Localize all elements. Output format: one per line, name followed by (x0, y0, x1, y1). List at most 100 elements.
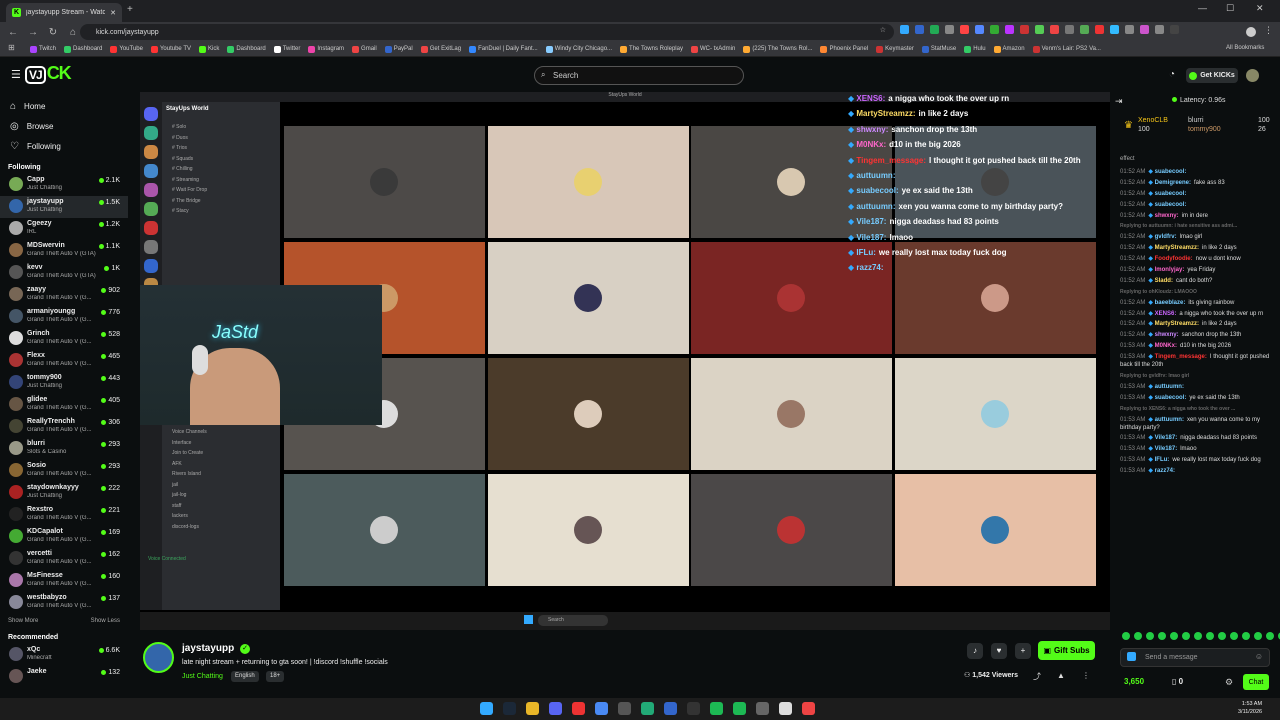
extension-icon[interactable] (915, 25, 924, 34)
extension-icon[interactable] (930, 25, 939, 34)
notification-bell-icon[interactable]: ♪ (967, 643, 983, 659)
app-icon[interactable] (802, 702, 815, 715)
extension-icon[interactable] (1005, 25, 1014, 34)
bookmark-item[interactable]: Get ExitLag (420, 45, 461, 53)
hamburger-menu-icon[interactable]: ☰ (11, 68, 21, 81)
sidebar-channel[interactable]: jaystayupp Just Chatting 1.5K (0, 196, 128, 218)
sidebar-channel[interactable]: staydownkayyy Just Chatting 222 (0, 482, 128, 504)
app-icon[interactable] (641, 702, 654, 715)
sidebar-channel[interactable]: glidee Grand Theft Auto V (G... 405 (0, 394, 128, 416)
chat-settings-icon[interactable]: ⚙ (1225, 677, 1233, 688)
app-icon[interactable] (572, 702, 585, 715)
extension-icon[interactable] (1095, 25, 1104, 34)
extension-icon[interactable] (1110, 25, 1119, 34)
nav-browse[interactable]: ◎ Browse (0, 116, 128, 136)
close-tab-icon[interactable]: ✕ (110, 9, 116, 17)
bookmark-item[interactable]: Youtube TV (150, 45, 191, 53)
emote-icon[interactable] (1206, 632, 1214, 640)
gift-subs-button[interactable]: ▣ Gift Subs (1038, 641, 1095, 660)
sidebar-channel[interactable]: kevv Grand Theft Auto V (GTA) 1K (0, 262, 128, 284)
bookmark-item[interactable]: Dashboard (64, 45, 102, 53)
emote-icon[interactable] (1194, 632, 1202, 640)
bookmark-star-icon[interactable]: ☆ (880, 26, 886, 34)
bookmark-item[interactable]: The Towns Roleplay (620, 45, 683, 53)
browser-tab[interactable]: K jaystayupp Stream - Watch Live ✕ (6, 3, 122, 22)
emote-picker-icon[interactable] (1127, 652, 1136, 661)
bookmark-item[interactable]: Phoenix Panel (820, 45, 868, 53)
file-explorer-icon[interactable] (526, 702, 539, 715)
browser-menu-icon[interactable]: ⋮ (1264, 25, 1273, 36)
extension-icon[interactable] (1080, 25, 1089, 34)
emote-icon[interactable] (1242, 632, 1250, 640)
app-icon[interactable] (779, 702, 792, 715)
extension-icon[interactable] (1140, 25, 1149, 34)
forward-icon[interactable]: → (28, 27, 38, 38)
emote-icon[interactable] (1254, 632, 1262, 640)
bookmark-item[interactable]: PayPal (384, 45, 413, 53)
show-more-button[interactable]: Show More (8, 618, 38, 624)
kick-logo[interactable]: VJ CK (25, 63, 80, 85)
new-tab-icon[interactable]: + (127, 4, 133, 15)
sidebar-channel[interactable]: zaayy Grand Theft Auto V (G... 902 (0, 284, 128, 306)
emote-icon[interactable] (1230, 632, 1238, 640)
sidebar-channel[interactable]: KDCapalot Grand Theft Auto V (G... 169 (0, 526, 128, 548)
share-icon[interactable]: ⤴ (1033, 671, 1041, 682)
apps-icon[interactable]: ⊞ (8, 43, 15, 52)
nav-following[interactable]: ♡ Following (0, 136, 128, 156)
sidebar-channel[interactable]: MsFinesse Grand Theft Auto V (G... 160 (0, 570, 128, 592)
sidebar-channel[interactable]: westbabyzo Grand Theft Auto V (G... 137 (0, 592, 128, 614)
all-bookmarks[interactable]: All Bookmarks (1226, 45, 1264, 51)
bookmark-item[interactable]: Twitch (30, 45, 56, 53)
notification-icon[interactable]: ◔ (1169, 69, 1175, 80)
back-icon[interactable]: ← (8, 27, 18, 38)
sidebar-channel[interactable]: Cgeezy IRL 1.2K (0, 218, 128, 240)
extension-icon[interactable] (1050, 25, 1059, 34)
nav-home[interactable]: ⌂ Home (0, 96, 128, 116)
extension-icon[interactable] (945, 25, 954, 34)
emote-icon[interactable] (1122, 632, 1130, 640)
bookmark-item[interactable]: Gmail (352, 45, 377, 53)
spotify-icon[interactable] (710, 702, 723, 715)
emote-icon[interactable] (1182, 632, 1190, 640)
minimize-icon[interactable]: — (1198, 3, 1207, 13)
streamer-username[interactable]: jaystayupp (182, 643, 234, 654)
extension-icon[interactable] (990, 25, 999, 34)
sidebar-channel[interactable]: vercetti Grand Theft Auto V (G... 162 (0, 548, 128, 570)
sidebar-channel[interactable]: Grinch Grand Theft Auto V (G... 528 (0, 328, 128, 350)
obs-icon[interactable] (687, 702, 700, 715)
show-less-button[interactable]: Show Less (91, 618, 120, 624)
bookmark-item[interactable]: Twitter (273, 45, 300, 53)
sidebar-channel[interactable]: Sosio Grand Theft Auto V (G... 293 (0, 460, 128, 482)
bookmark-item[interactable]: Hulu (964, 45, 986, 53)
url-field[interactable]: kick.com/jaystayupp ☆ (80, 24, 894, 40)
extension-icon[interactable] (1020, 25, 1029, 34)
extension-icon[interactable] (975, 25, 984, 34)
app-icon[interactable] (664, 702, 677, 715)
bookmark-item[interactable]: Instagram (308, 45, 344, 53)
sidebar-channel[interactable]: MDSwervin Grand Theft Auto V (GTA) 1.1K (0, 240, 128, 262)
extension-icon[interactable] (1155, 25, 1164, 34)
sidebar-channel[interactable]: Capp Just Chatting 2.1K (0, 174, 128, 196)
bookmark-item[interactable]: Keymaster (876, 45, 914, 53)
bookmark-item[interactable]: Kick (198, 45, 219, 53)
tag-age[interactable]: 18+ (266, 671, 285, 682)
streamer-avatar[interactable] (143, 642, 174, 673)
close-window-icon[interactable]: ✕ (1256, 3, 1264, 14)
chat-input[interactable]: Send a message ☺ (1120, 648, 1270, 667)
sidebar-channel[interactable]: ReallyTrenchh Grand Theft Auto V (G... 306 (0, 416, 128, 438)
report-icon[interactable]: ▲ (1057, 671, 1065, 680)
maximize-icon[interactable]: ☐ (1226, 3, 1234, 14)
bookmark-item[interactable]: WC- txAdmin (690, 45, 735, 53)
sidebar-channel[interactable]: Rexstro Grand Theft Auto V (G... 221 (0, 504, 128, 526)
bookmark-item[interactable]: Windy City Chicago... (545, 45, 612, 53)
extension-icon[interactable] (1065, 25, 1074, 34)
extension-icon[interactable] (1125, 25, 1134, 34)
discord-icon[interactable] (549, 702, 562, 715)
extension-icon[interactable] (900, 25, 909, 34)
extension-icon[interactable] (1170, 25, 1179, 34)
bookmark-item[interactable]: FanDuel | Daily Fant... (469, 45, 538, 53)
more-options-icon[interactable]: ⋮ (1082, 671, 1090, 680)
emote-icon[interactable] (1170, 632, 1178, 640)
sidebar-channel[interactable]: Flexx Grand Theft Auto V (G... 465 (0, 350, 128, 372)
collapse-chat-icon[interactable]: ⇥ (1115, 96, 1123, 107)
